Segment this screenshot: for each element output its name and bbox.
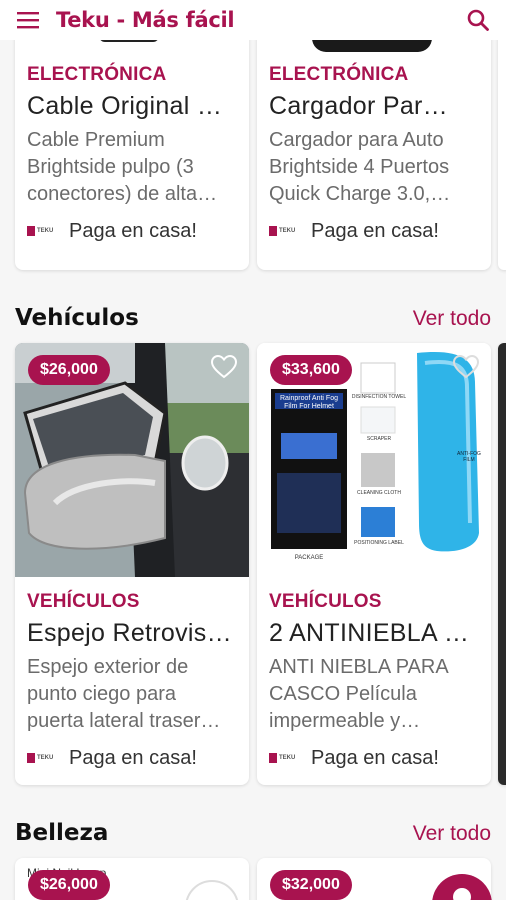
- price-badge: $26,000: [28, 355, 110, 385]
- top-app-bar: Teku - Más fácil: [0, 0, 506, 40]
- search-icon: [467, 9, 489, 31]
- app-screen: Teku - Más fácil ELECTRÓNICA Cable Origi…: [0, 0, 506, 900]
- product-card[interactable]: Mini Nail Lamp $26,000: [15, 858, 249, 900]
- pay-at-home-label: Paga en casa!: [311, 746, 439, 769]
- product-card[interactable]: $26,000 VEHÍCULOS Espejo Retrovis… Espej…: [15, 343, 249, 785]
- next-card-peek[interactable]: [498, 343, 506, 785]
- pay-at-home-label: Paga en casa!: [311, 219, 439, 242]
- product-description: Espejo exterior de punto ciego para puer…: [27, 656, 221, 732]
- price-badge: $33,600: [270, 355, 352, 385]
- pay-at-home-row: TEKU Paga en casa!: [27, 216, 237, 246]
- product-card[interactable]: ELECTRÓNICA Cable Original … Cable Premi…: [15, 0, 249, 270]
- product-name: Cargador Par…: [269, 92, 448, 120]
- package-label: PACKAGE: [294, 555, 324, 561]
- product-category: ELECTRÓNICA: [269, 64, 409, 85]
- product-card[interactable]: Rainproof Anti Fog Film For Helmet DISIN…: [257, 343, 491, 785]
- product-name: 2 ANTINIEBLA P…: [269, 619, 479, 647]
- chat-icon: [453, 888, 471, 900]
- section-title-belleza: Belleza: [15, 820, 109, 846]
- product-description: ANTI NIEBLA PARA CASCO Película impermea…: [269, 656, 449, 732]
- product-name: Cable Original …: [27, 92, 223, 120]
- product-image: Rainproof Anti Fog Film For Helmet DISIN…: [257, 343, 491, 577]
- pay-at-home-label: Paga en casa!: [69, 746, 197, 769]
- see-all-belleza-link[interactable]: Ver todo: [413, 822, 491, 846]
- product-category: VEHÍCULOS: [269, 591, 382, 612]
- antifog-film-label: ANTI-FOG FILM: [457, 451, 481, 463]
- price-badge: $32,000: [270, 870, 352, 900]
- positioning-label-text: POSITIONING LABEL: [354, 540, 404, 546]
- disinfection-towel-label: DISINFECTION TOWEL: [351, 394, 407, 400]
- price-badge: $26,000: [28, 870, 110, 900]
- antifog-box-title: Rainproof Anti Fog Film For Helmet: [280, 395, 338, 410]
- product-card[interactable]: ELECTRÓNICA Cargador Par… Cargador para …: [257, 0, 491, 270]
- scraper-label: SCRAPER: [366, 436, 392, 442]
- product-name: Espejo Retrovis…: [27, 619, 232, 647]
- pay-at-home-row: TEKU Paga en casa!: [269, 743, 479, 773]
- product-image: [185, 880, 239, 900]
- product-description: Cable Premium Brightside pulpo (3 conect…: [27, 129, 218, 205]
- teku-mini-logo: TEKU: [27, 225, 57, 237]
- pay-at-home-row: TEKU Paga en casa!: [269, 216, 479, 246]
- favorite-heart-icon[interactable]: [453, 355, 479, 379]
- pay-at-home-row: TEKU Paga en casa!: [27, 743, 237, 773]
- hamburger-menu-icon: [17, 12, 39, 29]
- section-title-vehiculos: Vehículos: [15, 305, 139, 331]
- see-all-vehiculos-link[interactable]: Ver todo: [413, 307, 491, 331]
- product-category: VEHÍCULOS: [27, 591, 140, 612]
- product-category: ELECTRÓNICA: [27, 64, 167, 85]
- teku-mini-logo: TEKU: [269, 752, 299, 764]
- cleaning-cloth-label: CLEANING CLOTH: [357, 490, 401, 496]
- product-description: Cargador para Auto Brightside 4 Puertos …: [269, 129, 451, 205]
- next-card-peek[interactable]: [498, 0, 506, 270]
- search-button[interactable]: [464, 6, 492, 34]
- teku-mini-logo: TEKU: [269, 225, 299, 237]
- app-title: Teku - Más fácil: [56, 8, 235, 32]
- pay-at-home-label: Paga en casa!: [69, 219, 197, 242]
- teku-mini-logo: TEKU: [27, 752, 57, 764]
- product-image: $26,000: [15, 343, 249, 577]
- menu-button[interactable]: [0, 0, 56, 40]
- favorite-heart-icon[interactable]: [211, 355, 237, 379]
